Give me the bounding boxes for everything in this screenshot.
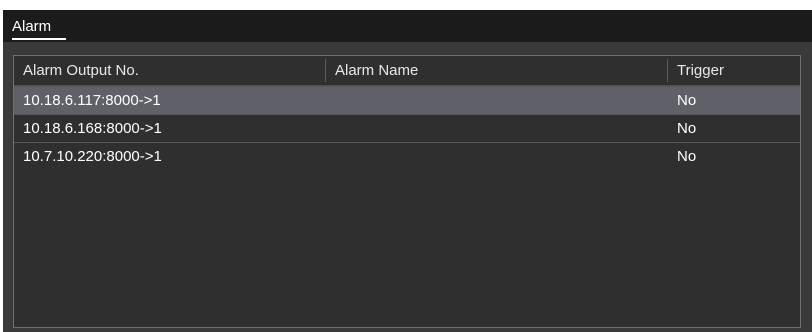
alarm-name-cell — [335, 87, 665, 114]
trigger-cell: No — [677, 148, 697, 165]
table-row[interactable]: 10.18.6.168:8000->1 No — [14, 114, 800, 142]
alarm-name-cell — [335, 115, 665, 142]
table-row[interactable]: 10.18.6.117:8000->1 No — [14, 86, 800, 114]
column-header-trigger[interactable]: Trigger — [677, 56, 787, 85]
alarm-output-table: Alarm Output No. Alarm Name Trigger 10.1… — [13, 55, 801, 328]
trigger-cell: No — [677, 120, 697, 137]
alarm-output-no-cell: 10.7.10.220:8000->1 — [23, 148, 162, 165]
panel-title: Alarm — [12, 18, 52, 35]
table-row[interactable]: 10.7.10.220:8000->1 No — [14, 142, 800, 170]
column-header-alarm-output-no[interactable]: Alarm Output No. — [23, 56, 323, 85]
alarm-panel: Alarm Alarm Output No. Alarm Name Trigge… — [3, 10, 812, 332]
column-divider — [325, 59, 326, 82]
table-header: Alarm Output No. Alarm Name Trigger — [14, 56, 800, 86]
alarm-name-cell — [335, 143, 665, 170]
trigger-cell: No — [677, 92, 697, 109]
title-bar: Alarm — [3, 10, 812, 42]
column-divider — [667, 59, 668, 82]
alarm-output-no-cell: 10.18.6.168:8000->1 — [23, 120, 162, 137]
alarm-output-no-cell: 10.18.6.117:8000->1 — [23, 92, 161, 109]
title-underline — [12, 38, 66, 40]
column-header-alarm-name[interactable]: Alarm Name — [335, 56, 665, 85]
